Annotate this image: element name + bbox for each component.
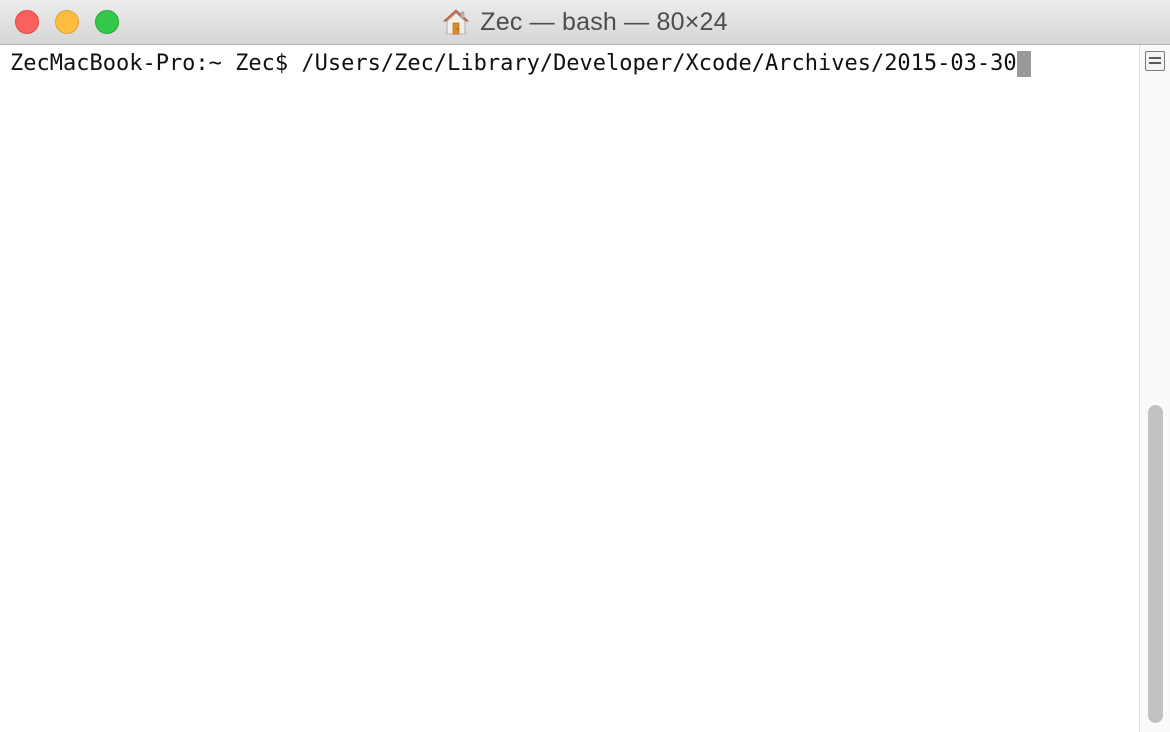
terminal-content[interactable]: ZecMacBook-Pro:~ Zec$ /Users/Zec/Library…: [0, 45, 1139, 732]
window-title: Zec — bash — 80×24: [480, 8, 728, 36]
terminal-window: Zec — bash — 80×24 ZecMacBook-Pro:~ Zec$…: [0, 0, 1170, 732]
text-cursor: [1016, 51, 1031, 77]
window-title-group: Zec — bash — 80×24: [0, 0, 1170, 45]
scrollbar-thumb[interactable]: [1148, 405, 1163, 723]
split-pane-icon[interactable]: [1145, 51, 1165, 71]
command-text: /Users/Zec/Library/Developer/Xcode/Archi…: [301, 51, 1017, 76]
shell-prompt: ZecMacBook-Pro:~ Zec$: [10, 51, 302, 76]
scrollbar[interactable]: [1139, 45, 1170, 732]
title-bar[interactable]: Zec — bash — 80×24: [0, 0, 1170, 45]
terminal-line: ZecMacBook-Pro:~ Zec$ /Users/Zec/Library…: [10, 51, 1031, 77]
home-icon: [443, 8, 470, 34]
